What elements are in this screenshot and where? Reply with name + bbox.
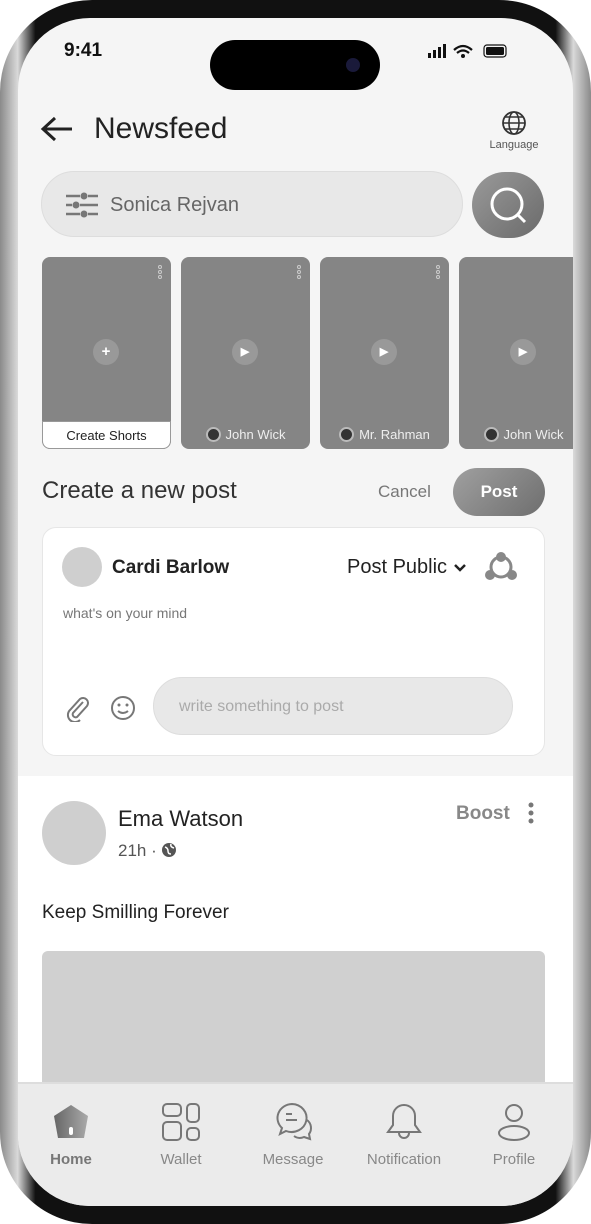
back-arrow-icon[interactable]	[40, 116, 74, 142]
plus-icon: +	[93, 339, 119, 365]
author-avatar	[339, 427, 355, 442]
search-value: Sonica Rejvan	[110, 194, 239, 216]
short-video-card[interactable]: ▶ John Wick	[459, 257, 573, 449]
post-input[interactable]: write something to post	[153, 677, 513, 735]
create-shorts-label: Create Shorts	[42, 421, 171, 449]
search-icon	[490, 187, 527, 224]
nav-label: Home	[50, 1151, 92, 1168]
chevron-down-icon	[453, 564, 466, 572]
screen: 9:41 Newsfeed Language Sonica Rejvan + Cr…	[18, 18, 573, 1206]
visibility-dropdown[interactable]: Post Public	[347, 556, 467, 579]
nav-notification[interactable]: Notification	[354, 1084, 454, 1168]
status-time: 9:41	[64, 40, 103, 61]
nav-label: Message	[262, 1151, 324, 1168]
create-post-card: Cardi Barlow Post Public what's on your …	[42, 527, 545, 756]
emoji-icon[interactable]	[109, 694, 137, 722]
play-icon[interactable]: ▶	[510, 339, 536, 365]
globe-icon	[162, 843, 177, 857]
post-time: 21h ·	[118, 841, 177, 861]
create-post-title: Create a new post	[42, 477, 237, 504]
bell-icon	[386, 1103, 422, 1139]
create-shorts-card[interactable]: + Create Shorts	[42, 257, 171, 449]
home-icon	[54, 1105, 88, 1138]
search-button[interactable]	[472, 172, 544, 238]
audience-icon	[485, 552, 517, 580]
short-author: John Wick	[181, 427, 310, 442]
boost-button[interactable]: Boost	[456, 803, 510, 825]
post-time-text: 21h ·	[118, 841, 157, 860]
short-author-name: John Wick	[225, 427, 286, 442]
nav-label: Profile	[492, 1151, 536, 1168]
author-avatar	[205, 427, 221, 442]
globe-icon	[502, 111, 526, 135]
filter-icon	[66, 192, 98, 218]
post-author[interactable]: Ema Watson	[118, 806, 243, 832]
language-label: Language	[489, 139, 539, 151]
nav-profile[interactable]: Profile	[464, 1084, 564, 1168]
more-options-icon[interactable]	[524, 802, 538, 826]
short-author: Mr. Rahman	[320, 427, 449, 442]
bottom-nav: Home Wallet Message Notification Profile	[18, 1082, 573, 1206]
feed-post: Ema Watson 21h · Boost Keep Smilling For…	[18, 776, 573, 1111]
wallet-icon	[162, 1103, 200, 1141]
short-author-name: Mr. Rahman	[359, 427, 430, 442]
more-options-icon[interactable]	[297, 265, 301, 280]
nav-home[interactable]: Home	[21, 1084, 121, 1168]
play-icon[interactable]: ▶	[371, 339, 397, 365]
more-options-icon[interactable]	[436, 265, 440, 280]
post-button[interactable]: Post	[453, 468, 545, 516]
short-video-card[interactable]: ▶ Mr. Rahman	[320, 257, 449, 449]
play-icon[interactable]: ▶	[232, 339, 258, 365]
search-input[interactable]: Sonica Rejvan	[41, 171, 463, 237]
camera	[346, 58, 360, 72]
attachment-icon[interactable]	[65, 694, 89, 722]
avatar[interactable]	[42, 801, 106, 865]
user-name: Cardi Barlow	[112, 557, 230, 578]
short-author-name: John Wick	[503, 427, 564, 442]
cancel-button[interactable]: Cancel	[378, 482, 431, 502]
author-avatar	[483, 427, 499, 442]
short-author: John Wick	[459, 427, 573, 442]
nav-label: Notification	[366, 1151, 442, 1168]
post-prompt: what's on your mind	[63, 605, 188, 621]
post-text: Keep Smilling Forever	[42, 902, 229, 923]
nav-label: Wallet	[160, 1151, 202, 1168]
profile-icon	[498, 1104, 530, 1141]
visibility-label: Post Public	[347, 556, 448, 578]
more-options-icon[interactable]	[158, 265, 162, 280]
page-title: Newsfeed	[94, 112, 228, 145]
message-icon	[276, 1102, 312, 1141]
nav-message[interactable]: Message	[243, 1084, 343, 1168]
nav-wallet[interactable]: Wallet	[131, 1084, 231, 1168]
language-button[interactable]: Language	[484, 110, 544, 151]
short-video-card[interactable]: ▶ John Wick	[181, 257, 310, 449]
status-icons	[428, 44, 507, 58]
avatar	[62, 547, 102, 587]
